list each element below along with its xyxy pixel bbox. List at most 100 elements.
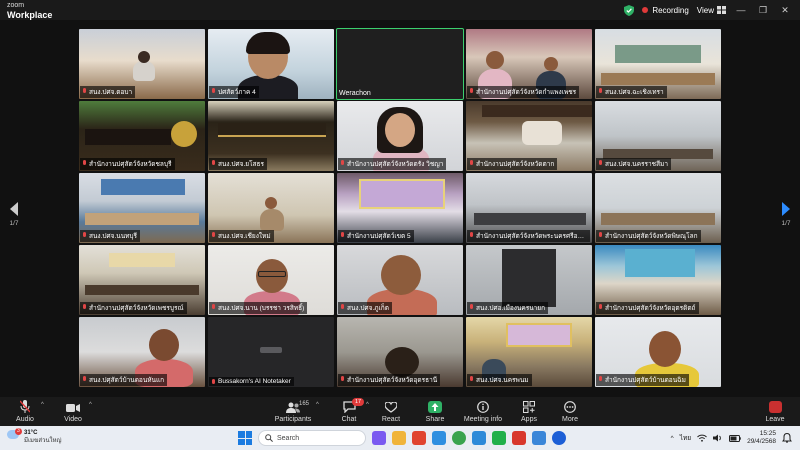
line-app-icon[interactable] [492, 431, 506, 445]
video-tile[interactable]: สำนักงานปศุสัตว์จังหวัดเพชรบูรณ์ [79, 245, 205, 315]
video-tile[interactable]: สนง.ปศจ.ยโสธร [208, 101, 334, 171]
video-tile[interactable]: สำนักงานปศุสัตว์จังหวัดกำแพงเพชร [466, 29, 592, 99]
video-tile[interactable]: สนง.ปศอ.เมืองนครนายก [466, 245, 592, 315]
video-tile[interactable]: สนง.ปศจ.ตอบา [79, 29, 205, 99]
office-sign [218, 123, 326, 137]
video-tile[interactable]: สำนักงานปศุสัตว์จังหวัดชลบุรี [79, 101, 205, 171]
powerpoint-app-icon[interactable] [412, 431, 426, 445]
participant-hair [246, 32, 290, 54]
next-page-button[interactable]: 1/7 [776, 202, 796, 227]
participant-name: สำนักงานปศุสัตว์จังหวัดพิษณุโลก [596, 230, 701, 242]
recording-label: Recording [652, 5, 689, 15]
audio-options-chevron-icon[interactable]: ^ [41, 402, 44, 408]
participant-name: สำนักงานปศุสัตว์จังหวัดอุดรธานี [338, 374, 441, 386]
video-tile[interactable]: สนง.ปศจ.นนทบุรี [79, 173, 205, 243]
video-tile[interactable]: สำนักงานปศุสัตว์จังหวัดตาก [466, 101, 592, 171]
minimize-icon[interactable]: — [734, 5, 748, 15]
previous-page-button[interactable]: 1/7 [4, 202, 24, 227]
participant-name: สนง.ปศจ.นนทบุรี [80, 230, 141, 242]
video-tile[interactable]: สำนักงานปศุสัตว์จังหวัดพระนครศรีอยุธยา [466, 173, 592, 243]
participant-name: สำนักงานปศุสัตว์จังหวัดอุตรดิตถ์ [596, 302, 699, 314]
meeting-info-button[interactable]: Meeting info [462, 400, 504, 423]
language-indicator[interactable]: ไทย [680, 433, 691, 443]
participant-name: สนง.ปศจ.ภูเก็ต [338, 302, 392, 314]
app-brand: zoom Workplace [7, 2, 52, 20]
participant-head [544, 57, 558, 71]
video-tile[interactable]: สนง.ปศจ.นครพนม [466, 317, 592, 387]
video-tile[interactable]: Bussakorn's AI Notetaker [208, 317, 334, 387]
chat-options-chevron-icon[interactable]: ^ [366, 402, 369, 408]
react-button[interactable]: React [370, 400, 412, 423]
video-tile[interactable]: สนง.ปศจ.เชียงใหม่ [208, 173, 334, 243]
video-tile[interactable]: สำนักงานปศุสัตว์จังหวัดตรัง วิชญา [337, 101, 463, 171]
meeting-table [85, 285, 199, 295]
video-tile-active-speaker[interactable]: Werachon [336, 28, 464, 100]
word-app-icon[interactable] [432, 431, 446, 445]
weather-badge: 3 [15, 428, 22, 435]
animal-figure [522, 121, 562, 145]
participant-name: สำนักงานปศุสัตว์จังหวัดตรัง วิชญา [338, 158, 447, 170]
battery-icon[interactable] [729, 434, 741, 442]
os-taskbar: 3 31°C มีเมฆส่วนใหญ่ Search ^ ไทย 15:25 … [0, 426, 800, 450]
page-indicator-right: 1/7 [781, 220, 791, 227]
taskbar-apps: Search [238, 430, 566, 446]
windows-start-icon[interactable] [238, 431, 252, 445]
participant-head [486, 51, 504, 69]
video-tile[interactable]: สนง.ปศจ.นาน (บรรชา วรสิทธิ์) [208, 245, 334, 315]
video-label: Video [64, 416, 82, 423]
recording-indicator[interactable]: Recording [642, 5, 689, 15]
audio-label: Audio [16, 416, 34, 423]
acrobat-app-icon[interactable] [512, 431, 526, 445]
wifi-icon[interactable] [697, 434, 707, 442]
video-tile[interactable]: สำนักงานปศุสัตว์จังหวัดอุดรธานี [337, 317, 463, 387]
participant-figure [133, 61, 155, 81]
video-tile[interactable]: สนง.ปศจ.ฉะเชิงเทรา [595, 29, 721, 99]
participant-head [381, 255, 421, 295]
maximize-icon[interactable]: ❐ [756, 5, 770, 16]
notification-bell-icon[interactable] [782, 433, 792, 443]
participant-name: สนง.ปศจ.นครพนม [467, 374, 532, 386]
chat-button[interactable]: 17 Chat [328, 398, 370, 423]
copilot-app-icon[interactable] [372, 431, 386, 445]
apps-button[interactable]: Apps [508, 400, 550, 423]
video-tile[interactable]: ปศสัตว์ภาค 4 [208, 29, 334, 99]
taskbar-search-box[interactable]: Search [258, 430, 366, 446]
video-tile[interactable]: สนง.ปศจ.ภูเก็ต [337, 245, 463, 315]
video-tile[interactable]: สำนักงานปศุสัตว์จังหวัดอุตรดิตถ์ [595, 245, 721, 315]
video-tile[interactable]: สำนักงานปศุสัตว์เขต 5 [337, 173, 463, 243]
video-options-chevron-icon[interactable]: ^ [89, 402, 92, 408]
share-button[interactable]: Share [414, 400, 456, 423]
security-shield-icon[interactable] [624, 4, 635, 16]
audio-button[interactable]: Audio [4, 400, 46, 423]
video-button[interactable]: Video [52, 400, 94, 423]
participants-options-chevron-icon[interactable]: ^ [316, 402, 319, 408]
leave-label: Leave [765, 416, 785, 423]
weather-description: มีเมฆส่วนใหญ่ [24, 438, 62, 444]
video-tile[interactable]: สำนักงานปศุสัตว์จังหวัดพิษณุโลก [595, 173, 721, 243]
view-label: View [696, 5, 714, 15]
meeting-table [85, 213, 199, 225]
participants-button[interactable]: 165 Participants [272, 400, 314, 423]
close-icon[interactable]: ✕ [778, 5, 792, 16]
meeting-table [601, 213, 715, 225]
view-button[interactable]: View [697, 6, 726, 15]
video-tile[interactable]: สำนักงานปศุสัตว์บ้านดอนฉิม [595, 317, 721, 387]
photos-app-icon[interactable] [532, 431, 546, 445]
video-tile[interactable]: สนง.ปศุสัตว์บ้านดอนหันแก [79, 317, 205, 387]
more-button[interactable]: More [549, 400, 591, 423]
system-clock[interactable]: 15:25 29/4/2568 [747, 430, 776, 446]
react-label: React [381, 416, 401, 423]
chrome-app-icon[interactable] [452, 431, 466, 445]
zoom-app-icon[interactable] [552, 431, 566, 445]
leave-button[interactable]: Leave [754, 400, 796, 423]
participant-name: สนง.ปศจ.เชียงใหม่ [209, 230, 274, 242]
participant-head [649, 331, 681, 367]
chevron-up-icon[interactable]: ^ [671, 435, 674, 442]
weather-widget[interactable]: 3 31°C มีเมฆส่วนใหญ่ [7, 428, 62, 445]
video-tile[interactable]: สนง.ปศจ.นครราชสีมา [595, 101, 721, 171]
file-explorer-icon[interactable] [392, 431, 406, 445]
edge-app-icon[interactable] [472, 431, 486, 445]
speaker-icon[interactable] [713, 434, 723, 442]
participant-name: สำนักงานปศุสัตว์จังหวัดกำแพงเพชร [467, 86, 580, 98]
wall-banner [109, 253, 175, 267]
